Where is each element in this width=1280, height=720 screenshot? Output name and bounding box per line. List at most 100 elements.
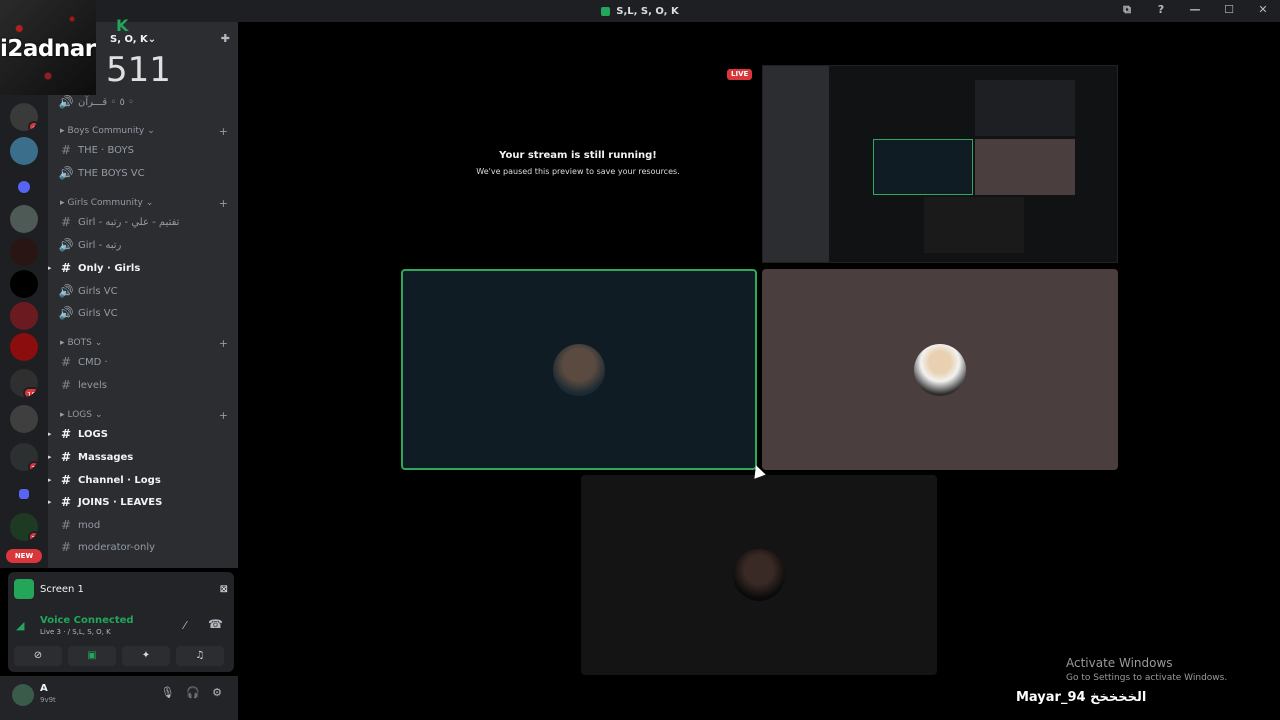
collapse-arrow-icon: ▸ [60,126,65,136]
hash-icon: # [60,427,72,441]
hash-icon: # [60,261,72,275]
channel-label: levels [78,379,107,391]
channel-category[interactable]: ▸ Girls Community ⌄ + [60,197,228,210]
folder-icon[interactable] [18,181,30,193]
participant-tile[interactable] [762,269,1118,470]
category-label: Girls Community [67,198,143,208]
help-icon[interactable]: ? [1154,3,1168,17]
camera-off-icon[interactable]: ⊘ [14,646,62,666]
text-channel[interactable]: # Only · Girls [58,258,230,278]
server-icon[interactable]: 18 [10,369,38,397]
soundboard-icon[interactable]: ♫ [176,646,224,666]
signal-icon[interactable]: ◢ [16,619,24,632]
voice-channel[interactable]: 🔊 Girls VC [58,303,230,323]
server-icon[interactable] [10,205,38,233]
text-channel[interactable]: # CMD · [58,352,230,372]
screen-share-icon[interactable]: ▣ [68,646,116,666]
voice-channel[interactable]: 🔊 THE BOYS VC [58,163,230,183]
overlay-counter: 511 [106,50,171,90]
server-icon[interactable] [10,270,38,298]
voice-location[interactable]: Live 3 · / S,L, S, O, K [40,628,111,636]
participant-tile[interactable] [581,475,937,675]
server-icon[interactable] [10,302,38,330]
add-channel-icon[interactable]: + [219,125,228,138]
new-badge[interactable]: NEW [6,549,42,563]
voice-channel[interactable]: 🔊 Girls VC [58,281,230,301]
window-titlebar: S,L, S, O, K ⧉ ? — ☐ ✕ [0,0,1280,22]
stream-preview[interactable] [762,65,1118,263]
popout-icon[interactable]: ⊠ [220,584,228,595]
text-channel[interactable]: # Channel · Logs [58,470,230,490]
channel-category[interactable]: ▸ LOGS ⌄ + [60,409,228,422]
voice-channel[interactable]: 🔊 ٥ ◦ قـــرآن ◦ [58,92,230,112]
unread-indicator-icon: ▸ [48,498,52,506]
channel-label: CMD · [78,356,108,368]
hash-icon: # [60,495,72,509]
server-icon[interactable] [10,137,38,165]
server-icon[interactable]: 1 [10,443,38,471]
category-label: LOGS [67,410,92,420]
activities-icon[interactable]: ✦ [122,646,170,666]
text-channel[interactable]: # LOGS [58,424,230,444]
gear-icon[interactable]: ⚙ [212,686,222,699]
noise-suppression-icon[interactable]: ⁄ [184,619,186,632]
channel-label: Girl - تفتيم - علي - رتبه [78,216,180,228]
username[interactable]: A [40,683,48,694]
disconnect-icon[interactable]: ☎ [208,617,223,631]
add-channel-icon[interactable]: + [219,337,228,350]
text-channel[interactable]: # moderator-only [58,537,230,557]
inbox-icon[interactable]: ⧉ [1120,3,1134,17]
preview-tile [873,139,973,195]
maximize-button[interactable]: ☐ [1222,3,1236,17]
minimize-button[interactable]: — [1188,3,1202,17]
folder-icon[interactable] [19,489,29,499]
add-friend-icon[interactable]: ✚ [221,32,230,45]
avatar[interactable] [12,684,34,706]
channel-label: Girls VC [78,285,118,297]
category-label: Boys Community [67,126,145,136]
close-button[interactable]: ✕ [1256,3,1270,17]
text-channel[interactable]: # Massages [58,447,230,467]
unread-indicator-icon: ▸ [48,430,52,438]
text-channel[interactable]: # Girl - تفتيم - علي - رتبه [58,212,230,232]
collapse-arrow-icon: ▸ [60,338,65,348]
voice-status[interactable]: Voice Connected [40,615,134,626]
microphone-icon[interactable]: 🎙 [160,686,174,699]
preview-tile [924,197,1024,253]
hash-icon: # [60,450,72,464]
server-name: S, O, K [110,33,148,45]
server-icon[interactable]: 2 [10,513,38,541]
window-controls: ⧉ ? — ☐ ✕ [1120,3,1270,17]
chevron-down-icon: ⌄ [95,410,103,420]
text-channel[interactable]: # mod [58,515,230,535]
hash-icon: # [60,473,72,487]
watermark-subtitle: Go to Settings to activate Windows. [1066,673,1228,683]
paused-title: Your stream is still running! [499,150,657,161]
text-channel[interactable]: # levels [58,375,230,395]
add-channel-icon[interactable]: + [219,197,228,210]
add-channel-icon[interactable]: + [219,409,228,422]
screen-thumbnail [14,579,34,599]
headphones-icon[interactable]: 🎧 [186,686,200,699]
screen-share-row[interactable]: Screen 1 ⊠ [14,578,228,600]
channel-category[interactable]: ▸ BOTS ⌄ + [60,337,228,350]
participant-tile[interactable] [401,269,757,470]
server-icon[interactable]: 4 [10,103,38,131]
server-icon[interactable] [10,238,38,266]
live-badge: LIVE [727,69,753,80]
window-title-group: S,L, S, O, K [601,6,679,17]
user-status: 9v9t [40,696,56,704]
voice-channel[interactable]: 🔊 Girl - رتبه [58,235,230,255]
text-channel[interactable]: # THE · BOYS [58,140,230,160]
chevron-down-icon: ⌄ [94,338,103,348]
server-icon[interactable] [10,333,38,361]
speaker-icon: 🔊 [58,306,74,320]
text-channel[interactable]: # JOINS · LEAVES [58,492,230,512]
category-label: BOTS [67,338,92,348]
channel-category[interactable]: ▸ Boys Community ⌄ + [60,125,228,138]
speaker-icon: 🔊 [58,238,74,252]
hash-icon: # [60,540,72,554]
server-icon[interactable] [10,405,38,433]
channel-label: Only · Girls [78,262,141,274]
hash-icon: # [60,378,72,392]
